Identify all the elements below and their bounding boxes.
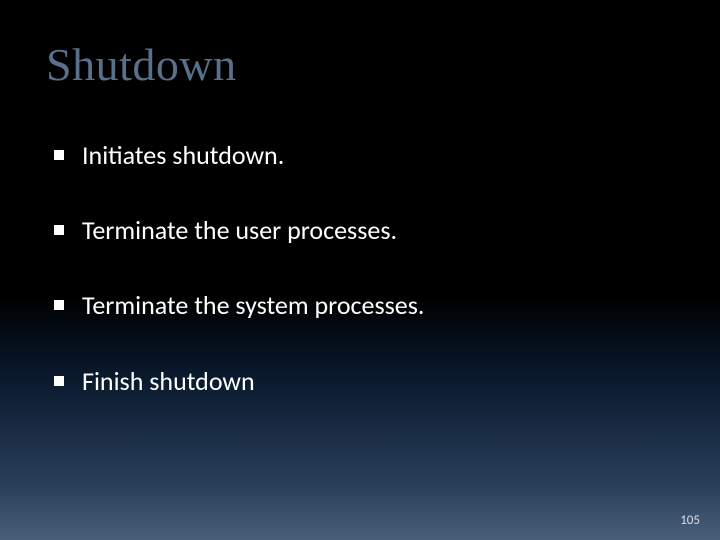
list-item: Terminate the system processes. [50,290,670,321]
list-item: Initiates shutdown. [50,140,670,171]
bullet-list: Initiates shutdown. Terminate the user p… [50,140,670,441]
slide-title: Shutdown [46,38,237,91]
slide: Shutdown Initiates shutdown. Terminate t… [0,0,720,540]
list-item: Terminate the user processes. [50,215,670,246]
page-number: 105 [680,513,700,528]
list-item: Finish shutdown [50,366,670,397]
